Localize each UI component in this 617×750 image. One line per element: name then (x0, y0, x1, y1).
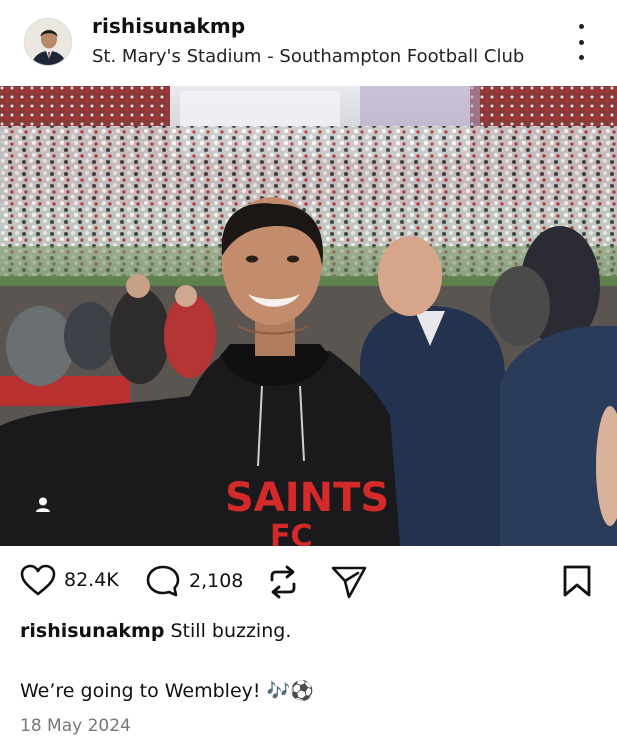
more-options-button[interactable] (566, 24, 596, 60)
more-vertical-icon (578, 24, 584, 29)
comment-button[interactable]: 2,108 (145, 564, 243, 598)
shirt-text-2: FC (270, 519, 313, 546)
like-button[interactable]: 82.4K (20, 564, 119, 596)
user-tag-button[interactable] (22, 484, 64, 526)
send-icon (331, 566, 367, 599)
save-button[interactable] (562, 564, 592, 598)
comment-icon (146, 565, 180, 597)
post-header: rishisunakmp St. Mary's Stadium - Southa… (0, 0, 617, 86)
comment-count: 2,108 (189, 570, 244, 592)
shirt-text: SAINTS (225, 475, 389, 521)
repost-button[interactable] (266, 564, 300, 600)
repost-icon (270, 565, 296, 599)
post-date: 18 May 2024 (20, 716, 131, 736)
post-actions: 82.4K 2,108 (0, 546, 617, 618)
stadium-selfie-image: SAINTS FC (0, 86, 617, 546)
post-location[interactable]: St. Mary's Stadium - Southampton Footbal… (92, 46, 524, 67)
heart-icon (20, 564, 56, 596)
bookmark-icon (563, 565, 591, 597)
post-photo[interactable]: SAINTS FC (0, 86, 617, 546)
like-count: 82.4K (64, 569, 119, 591)
caption-line-2: We’re going to Wembley! 🎶⚽ (20, 680, 314, 702)
user-tag-icon (36, 497, 50, 512)
avatar-image (25, 19, 71, 65)
avatar[interactable] (24, 18, 72, 66)
post-username[interactable]: rishisunakmp (92, 14, 245, 38)
share-button[interactable] (330, 564, 368, 600)
caption-text: Still buzzing. (170, 620, 292, 642)
caption-line-1: rishisunakmp Still buzzing. (20, 620, 291, 642)
caption-username[interactable]: rishisunakmp (20, 620, 164, 642)
